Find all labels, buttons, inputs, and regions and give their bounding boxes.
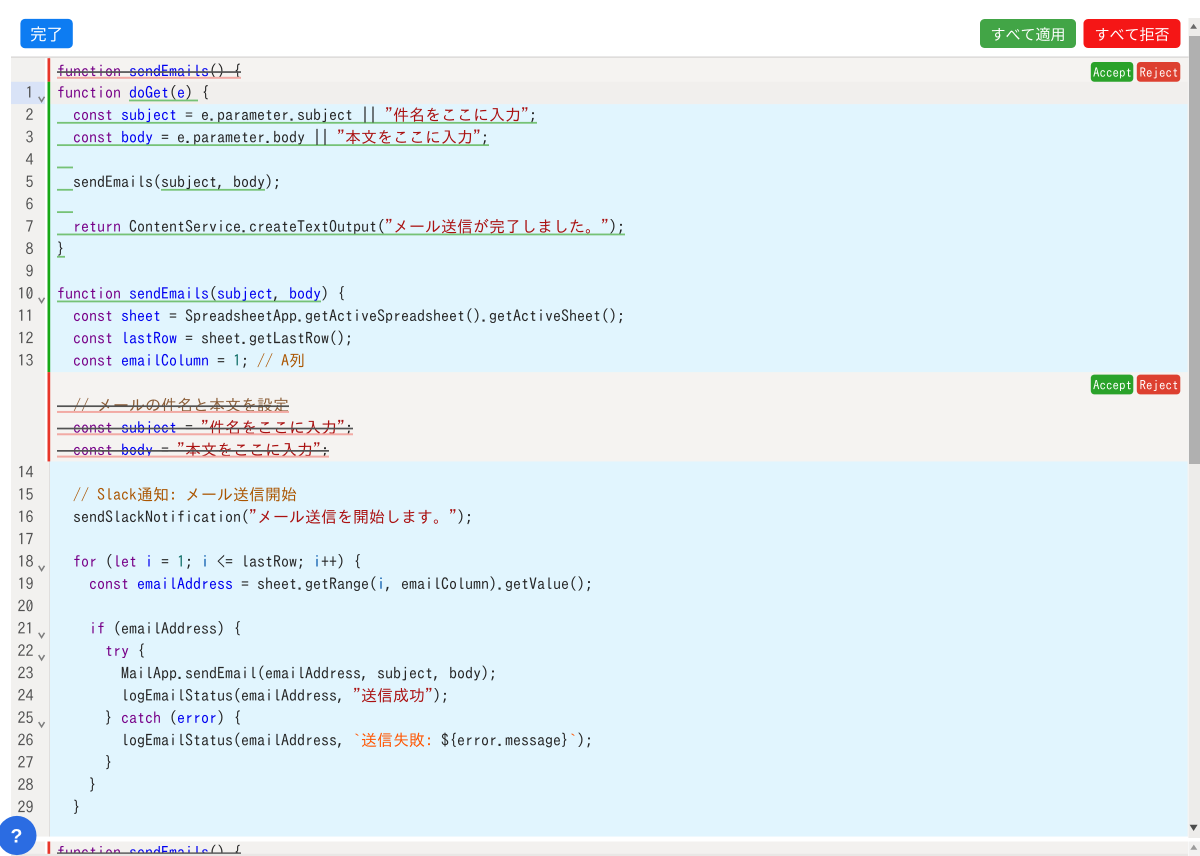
svg-text:?: ?	[11, 826, 23, 848]
